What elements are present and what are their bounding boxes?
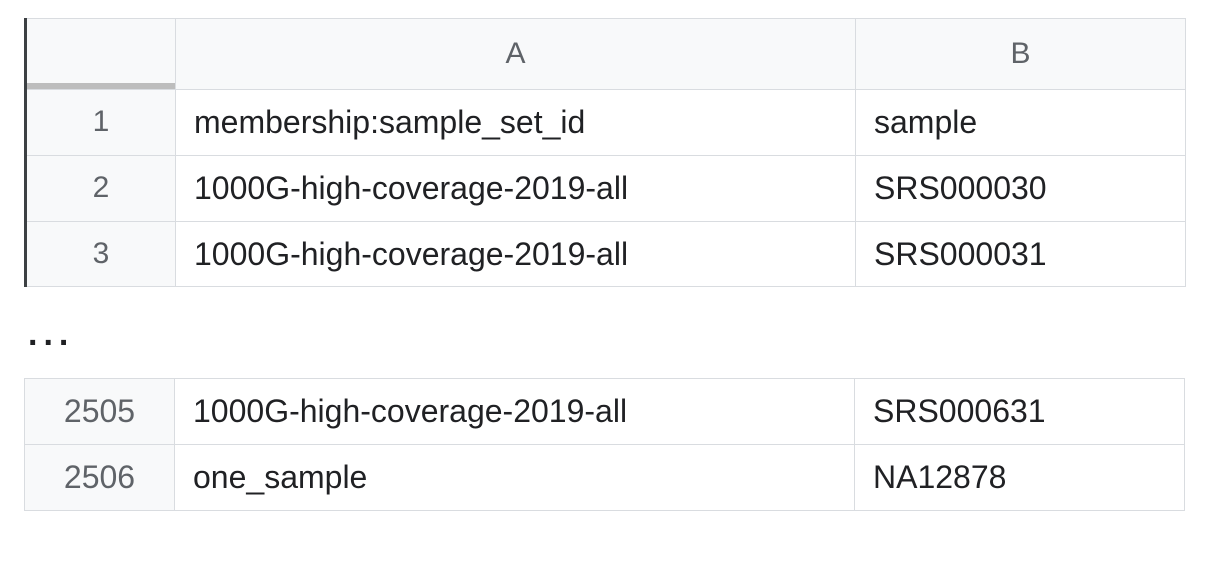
cell-B3[interactable]: SRS000031 (856, 221, 1186, 287)
cell-B2[interactable]: SRS000030 (856, 155, 1186, 221)
table-row: 2506 one_sample NA12878 (25, 445, 1185, 511)
cell-B2505[interactable]: SRS000631 (855, 379, 1185, 445)
row-header[interactable]: 2505 (25, 379, 175, 445)
cell-B1[interactable]: sample (856, 90, 1186, 156)
cell-B2506[interactable]: NA12878 (855, 445, 1185, 511)
column-header-B[interactable]: B (856, 19, 1186, 90)
row-header[interactable]: 2506 (25, 445, 175, 511)
spreadsheet-segment-bottom: 2505 1000G-high-coverage-2019-all SRS000… (24, 378, 1185, 511)
row-header[interactable]: 2 (26, 155, 176, 221)
cell-A2[interactable]: 1000G-high-coverage-2019-all (176, 155, 856, 221)
table-row: 1 membership:sample_set_id sample (26, 90, 1186, 156)
table-row: 3 1000G-high-coverage-2019-all SRS000031 (26, 221, 1186, 287)
cell-A3[interactable]: 1000G-high-coverage-2019-all (176, 221, 856, 287)
cell-A2505[interactable]: 1000G-high-coverage-2019-all (175, 379, 855, 445)
rows-omitted-ellipsis: ... (24, 287, 1192, 378)
column-header-A[interactable]: A (176, 19, 856, 90)
column-header-row: A B (26, 19, 1186, 90)
spreadsheet-segment-top: A B 1 membership:sample_set_id sample 2 … (24, 18, 1186, 287)
select-all-corner[interactable] (26, 19, 176, 90)
spreadsheet-excerpt: A B 1 membership:sample_set_id sample 2 … (0, 0, 1216, 551)
row-header[interactable]: 3 (26, 221, 176, 287)
cell-A1[interactable]: membership:sample_set_id (176, 90, 856, 156)
row-header[interactable]: 1 (26, 90, 176, 156)
table-row: 2 1000G-high-coverage-2019-all SRS000030 (26, 155, 1186, 221)
cell-A2506[interactable]: one_sample (175, 445, 855, 511)
table-row: 2505 1000G-high-coverage-2019-all SRS000… (25, 379, 1185, 445)
